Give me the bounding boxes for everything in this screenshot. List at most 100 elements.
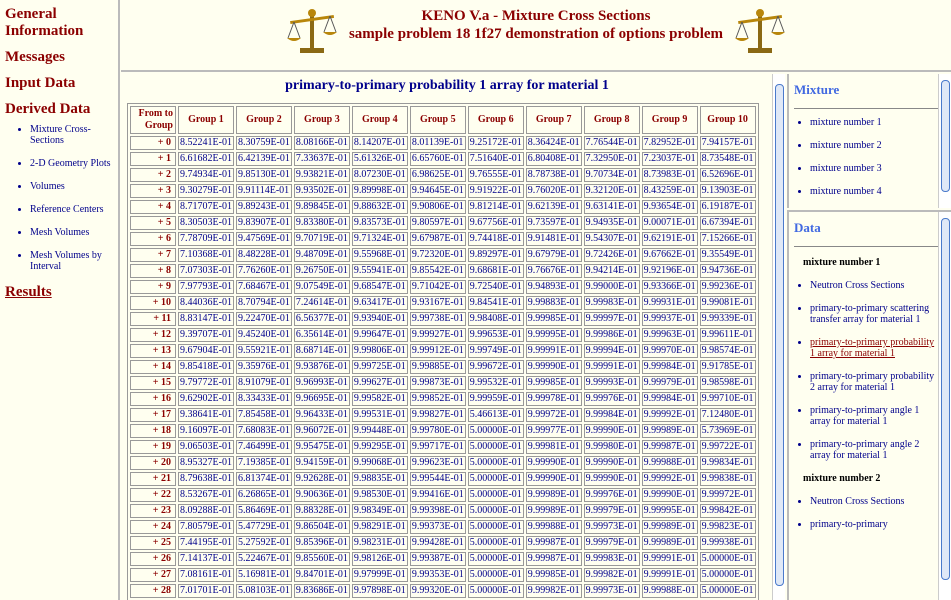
table-cell: 9.99985E-01 [525,312,582,326]
table-cell: 9.67987E-01 [409,232,466,246]
table-cell: 5.00000E-01 [467,424,524,438]
row-label: + 16 [130,392,176,406]
data-link: primary-to-primary angle 2 array for mat… [810,439,951,461]
table-cell: 9.92628E-01 [293,472,350,486]
mixture-item-4[interactable]: mixture number 4 [810,186,951,197]
table-title: primary-to-primary probability 1 array f… [285,78,609,93]
table-body: + 0 8.52241E-01 8.30759E-01 8.08166E-01 8.14… [130,136,756,598]
nav-derived-data[interactable]: Derived Data [5,101,118,118]
table-cell: 9.99988E-01 [641,584,698,598]
table-cell: 6.81374E-01 [235,472,292,486]
table-cell: 7.01701E-01 [178,584,234,598]
data-link-scattering-transfer[interactable]: primary-to-primary scattering transfer a… [810,303,929,325]
table-cell: 9.99972E-01 [699,488,756,502]
table-cell: 8.08166E-01 [293,136,350,150]
mixture-item-1[interactable]: mixture number 1 [810,117,951,128]
table-cell: 9.99991E-01 [525,344,582,358]
nav-messages[interactable]: Messages [5,49,118,66]
table-cell: 9.99990E-01 [525,456,582,470]
table-cell: 9.85560E-01 [293,552,350,566]
nav-input-data[interactable]: Input Data [5,75,118,92]
nav-item-mesh-volumes[interactable]: Mesh Volumes [30,227,118,238]
data-link-angle-1[interactable]: primary-to-primary angle 1 array for mat… [810,405,919,427]
row-label: + 21 [130,472,176,486]
table-cell: 8.43259E-01 [641,184,698,198]
mixture-item-3[interactable]: mixture number 3 [810,163,951,174]
table-cell: 9.89845E-01 [293,200,350,214]
data-link-probability-1[interactable]: primary-to-primary probability 1 array f… [810,337,934,359]
nav-item-2d-geometry-plots[interactable]: 2-D Geometry Plots [30,158,118,169]
nav-results[interactable]: Results [5,284,118,301]
table-cell: 9.98126E-01 [351,552,408,566]
table-cell: 9.99982E-01 [583,568,640,582]
main-scrollbar-thumb[interactable] [775,84,784,586]
nav-item-mixture-cross-sections[interactable]: Mixture Cross-Sections [30,124,118,146]
column-header-from: From to Group [130,106,176,134]
table-cell: 9.76020E-01 [525,184,582,198]
data-link-neutron-cross-sections[interactable]: Neutron Cross Sections [810,280,904,291]
table-cell: 9.48709E-01 [293,248,350,262]
table-cell: 9.99976E-01 [583,488,640,502]
row-label: + 14 [130,360,176,374]
nav-general-information[interactable]: General Information [5,6,118,40]
mixture-item-2[interactable]: mixture number 2 [810,140,951,151]
table-cell: 9.98408E-01 [467,312,524,326]
table-cell: 9.99990E-01 [525,472,582,486]
scales-icon [287,9,337,53]
table-cell: 9.74934E-01 [178,168,234,182]
table-cell: 9.47569E-01 [235,232,292,246]
table-cell: 7.44195E-01 [178,536,234,550]
table-cell: 9.99994E-01 [583,344,640,358]
table-cell: 9.99834E-01 [699,456,756,470]
mixture-scrollbar-thumb[interactable] [941,80,950,192]
data-scrollbar[interactable] [938,212,951,600]
table-cell: 5.47729E-01 [235,520,292,534]
table-cell: 9.99987E-01 [525,536,582,550]
table-cell: 9.99937E-01 [641,312,698,326]
table-cell: 8.70794E-01 [235,296,292,310]
divider [794,108,941,109]
table-cell: 9.72540E-01 [467,280,524,294]
table-cell: 8.78738E-01 [525,168,582,182]
table-cell: 5.00000E-01 [699,584,756,598]
table-cell: 9.99885E-01 [409,360,466,374]
column-header: Group 6 [467,106,524,134]
table-row: + 13 9.67904E-01 9.55921E-01 8.68714E-01 9.9… [130,344,756,358]
table-cell: 7.78709E-01 [178,232,234,246]
table-cell: 9.76676E-01 [525,264,582,278]
table-cell: 9.97999E-01 [351,568,408,582]
table-cell: 9.83907E-01 [235,216,292,230]
main-scrollbar[interactable] [772,74,785,600]
table-cell: 9.89998E-01 [351,184,408,198]
table-cell: 9.72320E-01 [409,248,466,262]
mixture-scrollbar[interactable] [938,74,951,208]
data-link-angle-2[interactable]: primary-to-primary angle 2 array for mat… [810,439,919,461]
data-link-probability-2[interactable]: primary-to-primary probability 2 array f… [810,371,934,393]
mixture-frame: Mixture mixture number 1 mixture number … [787,74,951,208]
table-cell: 9.98574E-01 [699,344,756,358]
row-label: + 19 [130,440,176,454]
table-cell: 9.35549E-01 [699,248,756,262]
table-cell: 7.24614E-01 [293,296,350,310]
table-cell: 9.91785E-01 [699,360,756,374]
table-cell: 9.26750E-01 [293,264,350,278]
nav-item-reference-centers[interactable]: Reference Centers [30,204,118,215]
column-header: Group 1 [178,106,234,134]
data-link-neutron-cross-sections-2[interactable]: Neutron Cross Sections [810,496,904,507]
table-row: + 9 7.97793E-01 7.68467E-01 9.07549E-01 9.68… [130,280,756,294]
table-cell: 9.84541E-01 [467,296,524,310]
table-cell: 5.61326E-01 [351,152,408,166]
row-label: + 6 [130,232,176,246]
nav-item-volumes[interactable]: Volumes [30,181,118,192]
row-label: + 1 [130,152,176,166]
table-cell: 9.99959E-01 [467,392,524,406]
table-cell: 6.56377E-01 [293,312,350,326]
table-cell: 9.96993E-01 [293,376,350,390]
data-link-primary-to-primary-2[interactable]: primary-to-primary [810,519,888,530]
table-cell: 9.99973E-01 [583,520,640,534]
table-cell: 9.96433E-01 [293,408,350,422]
table-cell: 5.00000E-01 [467,536,524,550]
data-scrollbar-thumb[interactable] [941,218,950,580]
table-cell: 5.00000E-01 [467,456,524,470]
nav-item-mesh-volumes-by-interval[interactable]: Mesh Volumes by Interval [30,250,118,272]
